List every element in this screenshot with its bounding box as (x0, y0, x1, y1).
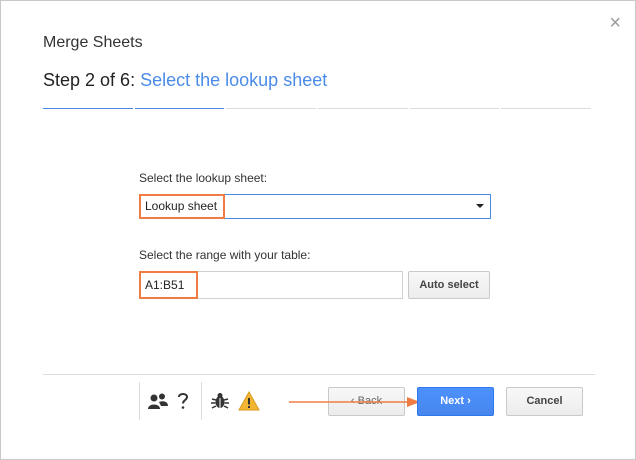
next-button[interactable]: Next › (417, 387, 494, 416)
progress-segment-4 (318, 108, 408, 109)
progress-segment-5 (409, 108, 500, 109)
progress-segment-2 (134, 108, 225, 109)
lookup-sheet-select[interactable]: Lookup sheet (139, 194, 491, 219)
footer-divider-middle (201, 382, 202, 420)
close-icon[interactable]: × (609, 13, 621, 33)
warning-icon[interactable] (238, 391, 260, 411)
lookup-sheet-selected-value: Lookup sheet (139, 194, 225, 219)
footer-divider-left (139, 382, 140, 420)
footer-divider (43, 374, 595, 375)
chevron-right-icon: › (467, 395, 471, 407)
next-button-label: Next (440, 395, 465, 407)
help-icon[interactable] (177, 392, 189, 410)
annotation-arrow-icon (289, 397, 420, 407)
progress-segment-1 (43, 108, 133, 109)
step-prefix: Step 2 of 6: (43, 70, 136, 90)
lookup-sheet-label: Select the lookup sheet: (139, 171, 268, 185)
range-input[interactable]: A1:B51 (139, 271, 403, 299)
bug-icon[interactable] (210, 391, 230, 411)
step-progress-bar (43, 108, 592, 110)
dialog-title: Merge Sheets (43, 34, 143, 51)
range-label: Select the range with your table: (139, 248, 311, 262)
chevron-down-icon (476, 204, 484, 208)
step-indicator: Step 2 of 6: Select the lookup sheet (43, 70, 327, 91)
progress-segment-6 (501, 108, 592, 109)
cancel-button[interactable]: Cancel (506, 387, 583, 416)
users-icon[interactable] (147, 392, 169, 410)
range-input-value: A1:B51 (139, 271, 198, 299)
step-name: Select the lookup sheet (140, 70, 328, 90)
progress-segment-3 (226, 108, 317, 109)
auto-select-button[interactable]: Auto select (408, 271, 490, 299)
merge-sheets-dialog: × Merge Sheets Step 2 of 6: Select the l… (0, 0, 636, 460)
